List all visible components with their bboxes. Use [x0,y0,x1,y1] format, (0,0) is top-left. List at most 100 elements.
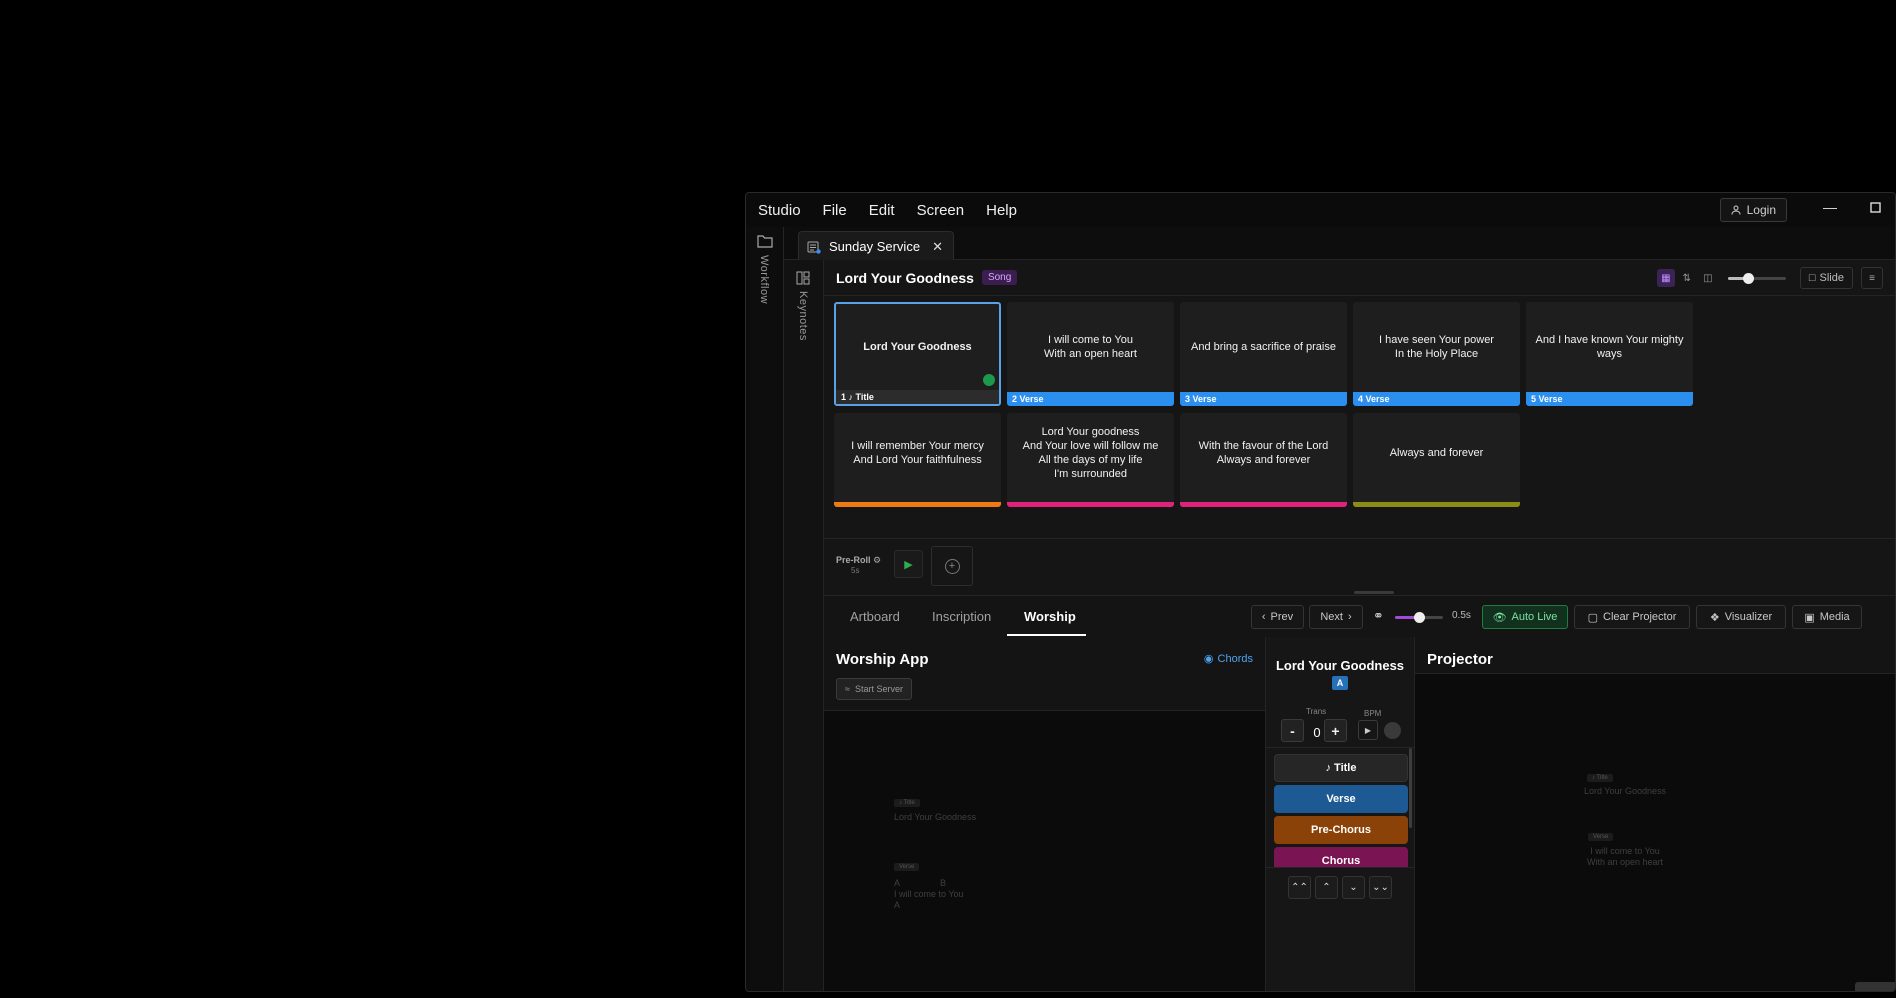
document-tab-label: Sunday Service [829,239,921,254]
bpm-play-button[interactable]: ▶ [1358,720,1378,740]
section-nav: ⌃⌃ ⌃ ⌄ ⌄⌄ [1266,867,1414,991]
previous-section-button[interactable]: ⌃ [1315,876,1338,899]
keynotes-label[interactable]: Keynotes [797,291,809,341]
slide-group-color-bar [834,502,1001,507]
prev-button[interactable]: ‹ Prev [1251,605,1304,629]
menu-file[interactable]: File [812,202,858,219]
transpose-down-button[interactable]: - [1281,719,1304,742]
slide-label: 5 Verse [1526,392,1693,406]
section-button[interactable]: Pre-Chorus [1274,816,1408,844]
next-button[interactable]: Next › [1309,605,1363,629]
tab-artboard[interactable]: Artboard [850,609,900,624]
grid-view-icon[interactable]: ▦ [1656,269,1675,287]
slide-thumbnail[interactable]: I will remember Your mercy And Lord Your… [834,413,1001,507]
slide-thumbnail[interactable]: Always and forever [1353,413,1520,507]
minimize-icon[interactable]: — [1823,199,1837,215]
slide-text: I will come to You With an open heart [1044,334,1137,360]
control-song-title: Lord Your Goodness [1275,658,1405,673]
section-button[interactable]: Chorus [1274,847,1408,867]
menu-screen[interactable]: Screen [906,202,976,219]
transpose-up-button[interactable]: + [1324,719,1347,742]
projector-title: Projector [1427,651,1493,668]
song-key-badge[interactable]: A [1332,676,1348,690]
login-button[interactable]: Login [1719,198,1787,222]
view-toolbar: ▦ ⇅ ◫ □ Slide ≡ [1656,260,1895,296]
menu-edit[interactable]: Edit [858,202,906,219]
slide-mode-button[interactable]: □ Slide [1799,267,1853,289]
document-tab-bar: Sunday Service ✕ [784,227,1895,261]
preroll-duration: 5s [851,566,860,575]
preroll-add-button[interactable]: + [931,546,973,586]
list-view-icon[interactable]: ⇅ [1678,269,1696,287]
folder-icon[interactable] [757,234,773,248]
close-icon[interactable]: ✕ [932,239,943,255]
slide-thumbnail[interactable]: With the favour of the Lord Always and f… [1180,413,1347,507]
active-tab-indicator [1007,634,1086,636]
workflow-label[interactable]: Workflow [758,255,770,304]
first-section-button[interactable]: ⌃⌃ [1288,876,1311,899]
slide-thumbnail[interactable]: I will come to You With an open heart 2 V… [1007,302,1174,406]
song-control-panel: Lord Your Goodness A Trans BPM - 0 + ▶ ♪… [1266,637,1414,991]
layout-icon[interactable] [796,271,810,285]
preroll-play-button[interactable]: ▶ [894,550,923,578]
slide-text: And I have known Your mighty ways [1535,334,1684,360]
document-tab[interactable]: Sunday Service ✕ [798,231,954,261]
double-chevron-up-icon: ⌃⌃ [1291,882,1308,893]
section-button[interactable]: Verse [1274,785,1408,813]
image-icon: ▣ [1804,611,1815,624]
tab-worship[interactable]: Worship [1024,609,1076,624]
slide-label: 2 Verse [1007,392,1174,406]
zoom-slider-knob[interactable] [1743,272,1755,284]
play-icon: ▶ [1364,725,1372,735]
slide-group-color-bar [1353,502,1520,507]
last-section-button[interactable]: ⌄⌄ [1369,876,1392,899]
slide-thumbnail[interactable]: I have seen Your power In the Holy Place… [1353,302,1520,406]
chevron-left-icon: ‹ [1261,611,1266,623]
prev-label: Prev [1270,611,1294,623]
main-area: Lord Your Goodness Song ▦ ⇅ ◫ □ Slide ≡ … [824,260,1895,991]
clear-projector-button[interactable]: ▢ Clear Projector [1574,605,1690,629]
slide-label: 3 Verse [1180,392,1347,406]
eye-icon: ◉ [1203,653,1214,665]
next-section-button[interactable]: ⌄ [1342,876,1365,899]
filter-icon: ≡ [1869,272,1875,284]
worship-app-title: Worship App [836,651,929,668]
preroll-label: Pre-Roll ⚙ [836,555,882,565]
visualizer-button[interactable]: ❖ Visualizer [1696,605,1786,629]
slide-text: Lord Your goodness And Your love will fo… [1022,426,1159,480]
login-label: Login [1746,203,1776,217]
transition-speed-slider[interactable] [1395,612,1443,623]
speed-slider-knob[interactable] [1414,612,1425,623]
chords-toggle[interactable]: ◉ Chords [1203,652,1253,666]
slide-thumbnail[interactable]: Lord Your Goodness 1 ♪ Title [834,302,1001,406]
bpm-tap-indicator[interactable] [1384,722,1401,739]
slide-thumbnail[interactable]: And I have known Your mighty ways 5 Verse [1526,302,1693,406]
resize-handle[interactable] [1354,591,1394,594]
preview-view-icon[interactable]: ◫ [1699,269,1717,287]
media-button[interactable]: ▣ Media [1792,605,1862,629]
menu-studio[interactable]: Studio [746,202,812,219]
slide-mode-label: Slide [1819,272,1844,284]
start-server-button[interactable]: ≈ Start Server [836,678,912,700]
double-chevron-down-icon: ⌄⌄ [1372,882,1389,893]
song-header: Lord Your Goodness Song ▦ ⇅ ◫ □ Slide ≡ [824,260,1895,296]
slide-thumbnail[interactable]: Lord Your goodness And Your love will fo… [1007,413,1174,507]
preroll-bar: Pre-Roll ⚙ 5s ▶ + [824,538,1895,588]
transition-icon: ⚭ [1373,608,1384,623]
tab-inscription[interactable]: Inscription [932,609,991,624]
broadcast-icon: ❖ [1709,611,1720,624]
slide-label: 1 ♪ Title [836,390,999,404]
maximize-icon[interactable] [1870,200,1881,216]
filter-button[interactable]: ≡ [1861,267,1883,289]
transition-speed-value: 0.5s [1452,610,1471,621]
preview-chord: B [940,878,947,888]
menu-help[interactable]: Help [975,202,1028,219]
zoom-slider[interactable] [1727,272,1786,284]
auto-live-button[interactable]: 👁 Auto Live [1482,605,1568,629]
slide-text: Always and forever [1389,447,1484,459]
section-button[interactable]: ♪ Title [1274,754,1408,782]
section-list-scrollbar[interactable] [1409,748,1412,828]
slide-thumbnail[interactable]: And bring a sacrifice of praise 3 Verse [1180,302,1347,406]
projector-line-verse: With an open heart [1586,857,1664,867]
slide-label: 4 Verse [1353,392,1520,406]
